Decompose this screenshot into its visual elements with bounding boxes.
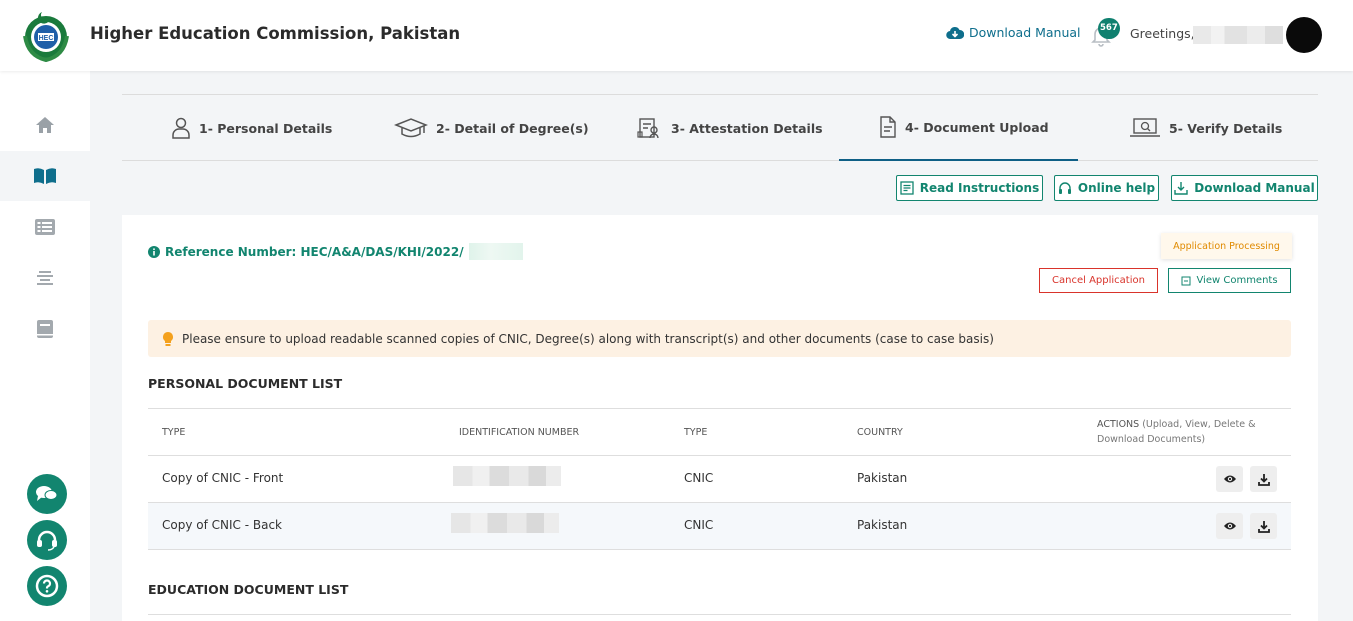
eye-icon (1223, 475, 1236, 483)
actions-header-note-line2: Download Documents) (1097, 434, 1206, 445)
cell-document-type: Copy of CNIC - Back (162, 518, 282, 532)
table-row: Copy of CNIC - Back CNIC Pakistan (148, 503, 1291, 550)
chat-button[interactable] (27, 474, 67, 514)
greeting-text: Greetings, (1130, 26, 1195, 41)
personal-documents-table: TYPE IDENTIFICATION NUMBER TYPE COUNTRY … (148, 408, 1291, 550)
lightbulb-icon (163, 331, 173, 346)
column-header-actions: ACTIONS (Upload, View, Delete & (1097, 419, 1255, 430)
sidebar-item-notebook[interactable] (0, 304, 90, 354)
cell-country: Pakistan (857, 518, 908, 532)
download-manual-label: Download Manual (969, 25, 1081, 40)
step-verify-details[interactable]: 5- Verify Details (1129, 95, 1282, 161)
cancel-application-button[interactable]: Cancel Application (1039, 268, 1158, 293)
step-degree-details[interactable]: 2- Detail of Degree(s) (394, 95, 589, 161)
education-table-top-border (148, 614, 1291, 615)
info-icon (148, 245, 160, 258)
reference-number: Reference Number: HEC/A&A/DAS/KHI/2022/ (148, 243, 523, 260)
personal-document-list-title: PERSONAL DOCUMENT LIST (148, 376, 343, 391)
align-center-icon (37, 271, 53, 285)
step-personal-details[interactable]: 1- Personal Details (171, 95, 332, 161)
view-document-button[interactable] (1216, 466, 1243, 492)
cell-country: Pakistan (857, 471, 908, 485)
headset-icon (37, 530, 57, 551)
sidebar-item-home[interactable] (0, 100, 90, 150)
user-avatar[interactable] (1286, 17, 1322, 53)
svg-text:HEC: HEC (39, 35, 54, 42)
app-title: Higher Education Commission, Pakistan (90, 24, 461, 43)
instructions-icon (900, 181, 914, 195)
cloud-download-icon (946, 26, 964, 39)
reference-number-text: Reference Number: HEC/A&A/DAS/KHI/2022/ (165, 244, 464, 259)
download-icon (1257, 520, 1270, 533)
actions-header-note: (Upload, View, Delete & (1142, 419, 1256, 430)
online-help-label: Online help (1077, 181, 1156, 195)
notice-text: Please ensure to upload readable scanned… (182, 331, 994, 346)
notification-badge: 567 (1098, 18, 1120, 39)
view-document-button[interactable] (1216, 513, 1243, 539)
read-instructions-label: Read Instructions (919, 181, 1040, 195)
education-document-list-title: EDUCATION DOCUMENT LIST (148, 582, 349, 597)
question-icon (35, 574, 59, 598)
notebook-icon (37, 320, 53, 338)
document-icon (880, 116, 896, 138)
step-attestation-details[interactable]: 3- Attestation Details (637, 95, 823, 161)
book-icon (34, 168, 56, 184)
download-icon (1174, 182, 1188, 195)
help-button[interactable] (27, 566, 67, 606)
reference-number-redacted (468, 243, 523, 260)
download-document-button[interactable] (1250, 466, 1277, 492)
hec-logo: HEC (23, 12, 69, 63)
chat-icon (36, 486, 58, 501)
view-comments-button[interactable]: View Comments (1168, 268, 1291, 293)
download-manual-button[interactable]: Download Manual (1171, 175, 1318, 201)
cell-doc-type: CNIC (684, 471, 714, 485)
application-card: Reference Number: HEC/A&A/DAS/KHI/2022/ … (122, 215, 1318, 621)
headphones-icon (1058, 182, 1071, 194)
sidebar-item-applications[interactable] (0, 151, 90, 201)
download-manual-button-label: Download Manual (1194, 181, 1315, 195)
application-stepper: 1- Personal Details 2- Detail of Degree(… (122, 94, 1318, 161)
actions-header-label: ACTIONS (1097, 419, 1140, 430)
attestation-icon (637, 118, 659, 139)
sidebar-item-list[interactable] (0, 202, 90, 252)
upload-notice: Please ensure to upload readable scanned… (148, 320, 1291, 357)
cell-doc-type: CNIC (684, 518, 714, 532)
user-name-redacted (1193, 26, 1283, 44)
step-label: 1- Personal Details (199, 120, 333, 136)
user-icon (172, 117, 190, 139)
cell-identification-redacted (453, 466, 561, 486)
step-label: 4- Document Upload (905, 119, 1049, 135)
download-icon (1257, 473, 1270, 486)
home-icon (36, 117, 54, 133)
view-comments-label: View Comments (1196, 275, 1278, 286)
step-label: 3- Attestation Details (671, 120, 823, 136)
column-header-doc-type: TYPE (684, 427, 708, 438)
column-header-identification: IDENTIFICATION NUMBER (459, 427, 580, 438)
header-download-manual-link[interactable]: Download Manual (946, 25, 1081, 40)
sidebar-item-align[interactable] (0, 253, 90, 303)
step-document-upload[interactable]: 4- Document Upload (839, 95, 1078, 161)
status-badge: Application Processing (1161, 233, 1292, 259)
eye-icon (1223, 522, 1236, 530)
step-label: 5- Verify Details (1169, 120, 1283, 136)
online-help-button[interactable]: Online help (1054, 175, 1159, 201)
step-label: 2- Detail of Degree(s) (436, 120, 589, 136)
top-header: HEC Higher Education Commission, Pakista… (0, 0, 1353, 71)
table-row: Copy of CNIC - Front CNIC Pakistan (148, 456, 1291, 503)
sidebar (0, 71, 90, 621)
download-document-button[interactable] (1250, 513, 1277, 539)
column-header-country: COUNTRY (857, 427, 903, 438)
column-header-type: TYPE (162, 427, 186, 438)
list-icon (35, 219, 55, 235)
comment-box-icon (1181, 276, 1191, 285)
graduation-cap-icon (394, 118, 428, 138)
cell-identification-redacted (451, 513, 559, 533)
cell-document-type: Copy of CNIC - Front (162, 471, 284, 485)
laptop-icon (1130, 118, 1160, 137)
table-header: TYPE IDENTIFICATION NUMBER TYPE COUNTRY … (148, 408, 1291, 456)
support-button[interactable] (27, 520, 67, 560)
read-instructions-button[interactable]: Read Instructions (896, 175, 1043, 201)
